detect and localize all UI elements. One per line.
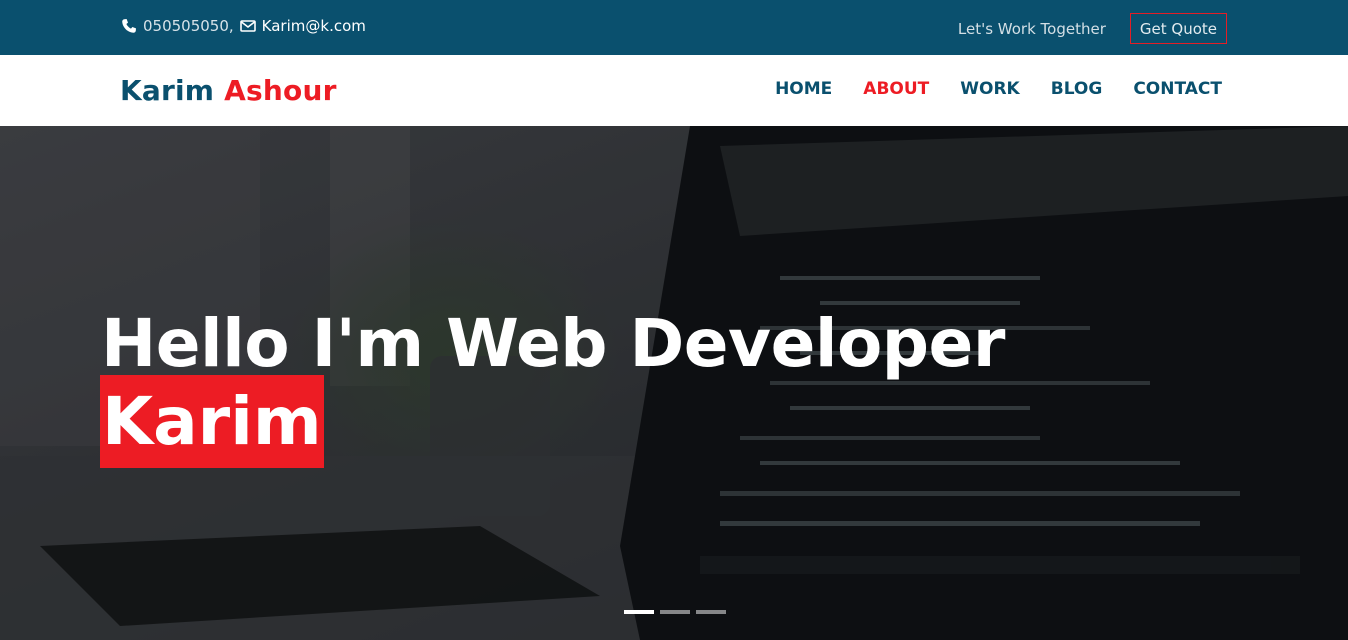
get-quote-button[interactable]: Get Quote: [1129, 13, 1227, 44]
phone-icon: [121, 18, 137, 34]
hero-headline: Hello I'm Web Developer: [101, 305, 1005, 382]
slider-indicators: [624, 610, 726, 614]
nav-item-work[interactable]: WORK: [960, 79, 1019, 99]
slide-indicator-2[interactable]: [660, 610, 690, 614]
hero-slider: Hello I'm Web Developer Karim: [0, 126, 1348, 640]
hero-name-highlight: Karim: [100, 375, 324, 468]
nav-menu: HOME ABOUT WORK BLOG CONTACT: [775, 79, 1222, 99]
nav-item-blog[interactable]: BLOG: [1051, 79, 1103, 99]
work-together-link[interactable]: Let's Work Together: [958, 20, 1106, 38]
phone-number: 050505050,: [143, 17, 234, 35]
nav-item-contact[interactable]: CONTACT: [1133, 79, 1222, 99]
topbar-actions: Let's Work Together Get Quote: [958, 13, 1227, 44]
nav-item-about[interactable]: ABOUT: [863, 79, 929, 99]
envelope-icon: [239, 19, 256, 33]
brand-last-name: Ashour: [224, 74, 337, 107]
contact-info: 050505050, Karim@k.com: [121, 15, 366, 37]
brand-first-name: Karim: [120, 74, 215, 107]
main-navbar: Karim Ashour HOME ABOUT WORK BLOG CONTAC…: [0, 55, 1348, 126]
top-contact-bar: 050505050, Karim@k.com Let's Work Togeth…: [0, 0, 1348, 55]
slide-indicator-1[interactable]: [624, 610, 654, 614]
slide-indicator-3[interactable]: [696, 610, 726, 614]
brand-logo[interactable]: Karim Ashour: [120, 74, 337, 107]
email-address[interactable]: Karim@k.com: [262, 17, 366, 35]
nav-item-home[interactable]: HOME: [775, 79, 832, 99]
